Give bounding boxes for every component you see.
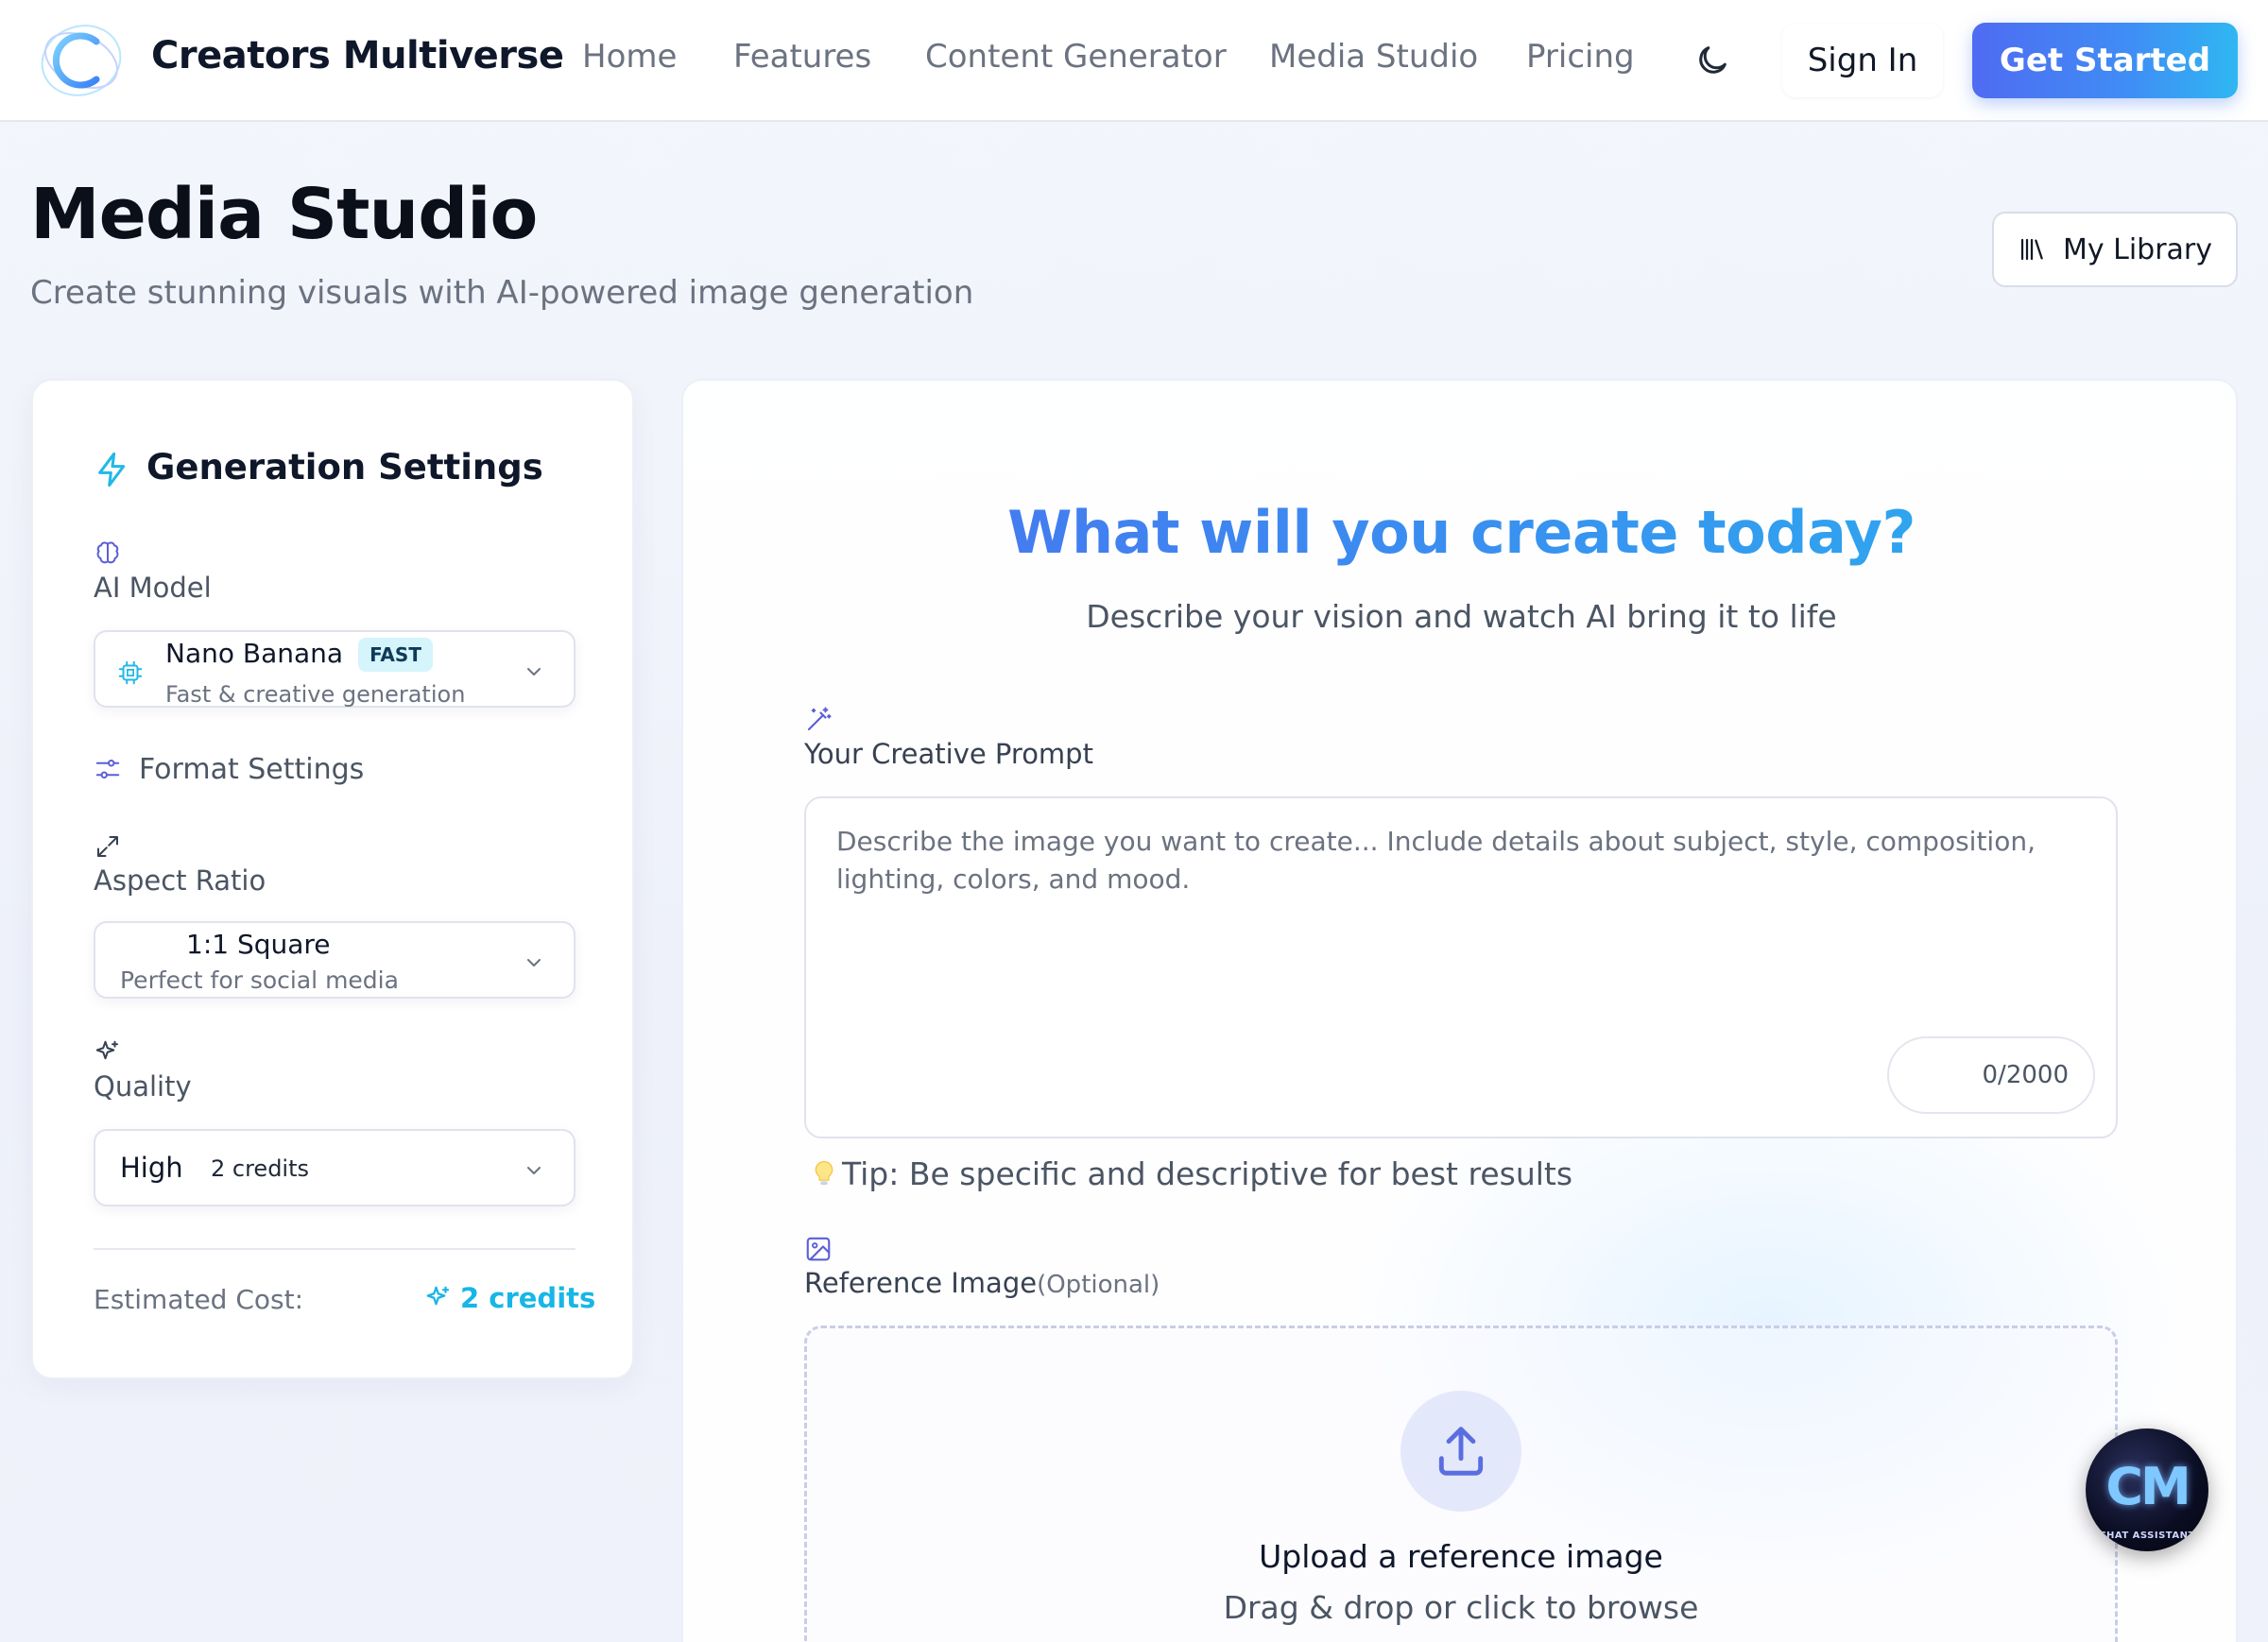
brand-name[interactable]: Creators Multiverse bbox=[151, 34, 564, 77]
chat-assistant-caption: CHAT ASSISTANT bbox=[2099, 1531, 2195, 1541]
sparkles-icon bbox=[95, 1040, 118, 1060]
prompt-label: Your Creative Prompt bbox=[804, 738, 1093, 770]
creation-panel: What will you create today? Describe you… bbox=[681, 379, 2238, 1642]
nav-link-content-generator[interactable]: Content Generator bbox=[925, 38, 1227, 76]
quality-value: High bbox=[120, 1152, 183, 1184]
magic-wand-icon bbox=[807, 707, 832, 731]
model-description: Fast & creative generation bbox=[165, 681, 466, 708]
estimated-cost-label: Estimated Cost: bbox=[94, 1284, 304, 1315]
page-subtitle: Create stunning visuals with AI-powered … bbox=[30, 274, 974, 312]
nav-link-pricing[interactable]: Pricing bbox=[1526, 38, 1635, 76]
reference-image-dropzone[interactable]: Upload a reference image Drag & drop or … bbox=[804, 1326, 2118, 1642]
hero-subtitle: Describe your vision and watch AI bring … bbox=[1086, 598, 1837, 635]
expand-icon bbox=[97, 836, 118, 857]
moon-icon[interactable] bbox=[1693, 42, 1731, 79]
ai-model-select[interactable]: Nano Banana FAST Fast & creative generati… bbox=[94, 630, 576, 708]
nav-link-media-studio[interactable]: Media Studio bbox=[1269, 38, 1478, 76]
aspect-ratio-label: Aspect Ratio bbox=[94, 864, 266, 897]
chat-assistant-logo: CM bbox=[2105, 1457, 2191, 1516]
lightning-icon bbox=[98, 452, 126, 487]
creators-multiverse-logo-icon[interactable] bbox=[38, 19, 125, 102]
tip-label: Tip: Be specific and descriptive for bes… bbox=[842, 1155, 1573, 1192]
generation-settings-panel: Generation Settings AI Model Nano Banana… bbox=[31, 379, 634, 1379]
fast-badge: FAST bbox=[358, 638, 433, 672]
brain-icon bbox=[96, 541, 119, 564]
page-title: Media Studio bbox=[30, 174, 538, 255]
quality-credits: 2 credits bbox=[211, 1155, 310, 1182]
reference-label-text: Reference Image bbox=[804, 1267, 1038, 1299]
model-name: Nano Banana bbox=[165, 638, 344, 669]
image-icon bbox=[806, 1237, 831, 1261]
my-library-button[interactable]: My Library bbox=[1992, 212, 2238, 287]
hero-title: What will you create today? bbox=[683, 498, 2236, 567]
reference-image-label: Reference Image(Optional) bbox=[804, 1267, 1160, 1299]
chevron-down-icon bbox=[527, 959, 541, 966]
format-settings-label: Format Settings bbox=[139, 753, 365, 786]
reference-optional-text: (Optional) bbox=[1037, 1271, 1160, 1299]
character-counter: 0/2000 bbox=[1887, 1036, 2095, 1114]
quality-label: Quality bbox=[94, 1070, 192, 1103]
my-library-label: My Library bbox=[2062, 232, 2213, 266]
lightbulb-icon bbox=[815, 1160, 833, 1186]
quality-select[interactable]: High 2 credits bbox=[94, 1129, 576, 1206]
prompt-container: 0/2000 bbox=[804, 796, 2118, 1138]
chevron-down-icon bbox=[527, 668, 541, 676]
nav-link-home[interactable]: Home bbox=[582, 38, 677, 76]
aspect-ratio-description: Perfect for social media bbox=[120, 966, 399, 994]
chevron-down-icon bbox=[527, 1167, 541, 1174]
nav-link-features[interactable]: Features bbox=[733, 38, 871, 76]
settings-divider bbox=[94, 1248, 576, 1250]
estimated-cost-value: 2 credits bbox=[460, 1282, 596, 1314]
upload-subtitle: Drag & drop or click to browse bbox=[1223, 1589, 1699, 1626]
get-started-button[interactable]: Get Started bbox=[1972, 23, 2238, 98]
aspect-ratio-value: 1:1 Square bbox=[186, 929, 331, 960]
ai-model-label: AI Model bbox=[94, 572, 212, 604]
upload-title: Upload a reference image bbox=[1259, 1538, 1663, 1575]
chat-assistant-button[interactable]: CM CHAT ASSISTANT bbox=[2086, 1428, 2208, 1551]
settings-title: Generation Settings bbox=[146, 447, 543, 487]
sliders-icon bbox=[95, 760, 120, 779]
sparkles-icon bbox=[426, 1286, 450, 1306]
library-icon bbox=[2020, 238, 2043, 261]
top-navigation-bar: Creators Multiverse Home Features Conten… bbox=[0, 0, 2268, 122]
aspect-ratio-select[interactable]: 1:1 Square Perfect for social media bbox=[94, 921, 576, 999]
upload-icon bbox=[1438, 1427, 1484, 1476]
upload-icon-circle bbox=[1400, 1391, 1521, 1512]
chip-icon bbox=[118, 660, 143, 685]
tip-text: Tip: Be specific and descriptive for bes… bbox=[812, 1155, 1572, 1192]
sign-in-button[interactable]: Sign In bbox=[1782, 24, 1943, 97]
